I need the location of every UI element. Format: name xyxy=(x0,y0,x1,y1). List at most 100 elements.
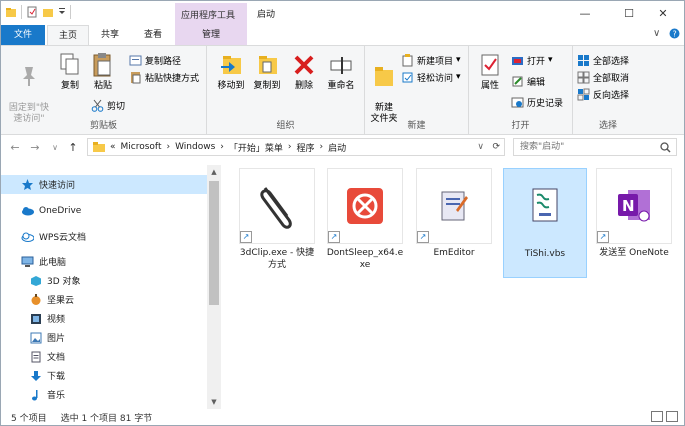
breadcrumb-separator-icon: › xyxy=(319,142,324,152)
organize-group-label: 组织 xyxy=(276,121,295,131)
breadcrumb-separator-icon: › xyxy=(220,142,224,152)
open-button[interactable]: 打开 ▾ xyxy=(511,52,553,68)
nav-item-music[interactable]: 音乐 xyxy=(1,385,207,404)
pin-quick-access-button[interactable]: 固定到"快 速访问" xyxy=(3,51,55,125)
search-input[interactable] xyxy=(514,139,654,155)
invert-selection-button[interactable]: 反向选择 xyxy=(577,86,629,102)
nav-label: 此电脑 xyxy=(39,258,67,268)
paste-shortcut-button[interactable]: 粘贴快捷方式 xyxy=(129,69,199,85)
close-button[interactable]: ✕ xyxy=(641,1,685,25)
new-folder-icon[interactable] xyxy=(42,6,54,18)
nav-item-downloads[interactable]: 下载 xyxy=(1,366,207,385)
cloud-icon xyxy=(21,232,34,242)
file-item[interactable]: ↗ EmEditor xyxy=(415,168,493,278)
breadcrumb-item[interactable]: 程序 xyxy=(297,141,315,154)
nav-label: 视频 xyxy=(47,315,66,325)
file-item-selected[interactable]: TiShi.vbs xyxy=(503,168,587,278)
file-item[interactable]: ↗ DontSleep_x64.exe xyxy=(326,168,404,278)
open-group: 属性 打开 ▾ 编辑 历史记录 打开 xyxy=(469,46,573,134)
explorer-window: 应用程序工具 启动 — ☐ ✕ 文件 主页 共享 查看 管理 ∨ ? 固定到"快… xyxy=(0,0,685,426)
copy-label: 复制 xyxy=(60,81,79,91)
copy-to-button[interactable]: 复制到 xyxy=(249,51,285,92)
customize-arrow-icon[interactable] xyxy=(58,6,66,18)
nav-item-3d-objects[interactable]: 3D 对象 xyxy=(1,271,207,290)
back-arrow-icon[interactable]: ← xyxy=(7,139,23,155)
nav-item-videos[interactable]: 视频 xyxy=(1,309,207,328)
tab-file[interactable]: 文件 xyxy=(1,25,45,45)
scroll-down-icon[interactable]: ▼ xyxy=(207,395,221,409)
music-icon xyxy=(31,389,37,400)
nav-label: 坚果云 xyxy=(47,296,75,306)
search-box[interactable] xyxy=(513,138,677,156)
paste-icon xyxy=(93,53,111,77)
history-button[interactable]: 历史记录 xyxy=(511,94,563,110)
address-dropdown-icon[interactable]: ∨ xyxy=(477,142,484,152)
delete-button[interactable]: 删除 xyxy=(287,51,321,92)
paste-button[interactable]: 粘贴 xyxy=(85,51,121,92)
nav-item-documents[interactable]: 文档 xyxy=(1,347,207,366)
folder-icon[interactable] xyxy=(5,6,17,18)
nav-item-quick-access[interactable]: 快速访问 xyxy=(1,175,207,194)
up-arrow-icon[interactable]: ↑ xyxy=(65,139,81,155)
nav-item-wps-cloud[interactable]: WPS云文档 xyxy=(1,227,207,246)
cloud-icon xyxy=(22,206,34,215)
item-count: 5 个项目 xyxy=(11,413,47,424)
breadcrumb-item[interactable]: Windows xyxy=(175,142,215,152)
recent-locations-icon[interactable]: ∨ xyxy=(47,139,63,155)
nav-item-pictures[interactable]: 图片 xyxy=(1,328,207,347)
nav-label: WPS云文档 xyxy=(39,233,87,243)
help-icon[interactable]: ? xyxy=(669,28,680,42)
file-list: ↗ 3dClip.exe - 快捷方式 ↗ DontSleep_x64.exe … xyxy=(222,165,684,409)
tab-share[interactable]: 共享 xyxy=(89,25,131,45)
breadcrumb-item[interactable]: 启动 xyxy=(328,141,346,154)
details-view-icon[interactable] xyxy=(651,411,663,422)
open-icon xyxy=(512,56,523,65)
minimize-button[interactable]: — xyxy=(563,1,607,25)
scrollbar-thumb[interactable] xyxy=(209,181,219,305)
paperclip-icon xyxy=(260,187,292,229)
breadcrumb-item[interactable]: Microsoft xyxy=(121,142,162,152)
scroll-up-icon[interactable]: ▲ xyxy=(207,165,221,179)
nav-item-onedrive[interactable]: OneDrive xyxy=(1,201,207,220)
properties-icon[interactable] xyxy=(26,6,38,18)
select-all-button[interactable]: 全部选择 xyxy=(577,52,629,68)
refresh-icon[interactable]: ⟳ xyxy=(492,142,500,152)
new-item-button[interactable]: 新建项目 ▾ xyxy=(401,52,461,68)
nav-item-this-pc[interactable]: 此电脑 xyxy=(1,252,207,271)
select-all-icon xyxy=(578,54,589,66)
selection-info: 选中 1 个项目 81 字节 xyxy=(60,413,153,424)
tab-view[interactable]: 查看 xyxy=(131,25,175,45)
file-item[interactable]: N ↗ 发送至 OneNote xyxy=(595,168,673,278)
breadcrumb-item[interactable]: 「开始」菜单 xyxy=(229,141,283,154)
status-bar: 5 个项目 选中 1 个项目 81 字节 xyxy=(1,409,684,425)
file-item[interactable]: ↗ 3dClip.exe - 快捷方式 xyxy=(238,168,316,278)
file-name: EmEditor xyxy=(433,248,475,258)
copy-path-button[interactable]: 复制路径 xyxy=(129,52,181,68)
new-folder-button[interactable]: 新建 文件夹 xyxy=(367,51,401,125)
easy-access-button[interactable]: 轻松访问 ▾ xyxy=(401,69,461,85)
nav-label: 快速访问 xyxy=(39,181,76,191)
nav-item-jianguoyun[interactable]: 坚果云 xyxy=(1,290,207,309)
ribbon-collapse-icon[interactable]: ∨ xyxy=(653,28,660,39)
nav-scrollbar[interactable]: ▲ ▼ xyxy=(207,165,221,409)
select-none-button[interactable]: 全部取消 xyxy=(577,69,629,85)
file-thumbnail: ↗ xyxy=(239,168,315,244)
search-icon[interactable] xyxy=(660,142,671,153)
breadcrumb-separator-icon: › xyxy=(287,142,292,152)
paste-shortcut-label: 粘贴快捷方式 xyxy=(145,73,200,84)
tab-home[interactable]: 主页 xyxy=(47,25,89,45)
rename-button[interactable]: 重命名 xyxy=(321,51,361,92)
context-group-label: 应用程序工具 xyxy=(181,11,236,21)
move-to-button[interactable]: 移动到 xyxy=(213,51,249,92)
address-bar[interactable]: « Microsoft › Windows › 「开始」菜单 › 程序 › 启动… xyxy=(87,138,505,156)
breadcrumb-prefix[interactable]: « xyxy=(110,142,116,152)
properties-button[interactable]: 属性 xyxy=(473,51,507,92)
copy-button[interactable]: 复制 xyxy=(53,51,87,92)
forward-arrow-icon[interactable]: → xyxy=(27,139,43,155)
edit-button[interactable]: 编辑 xyxy=(511,73,545,89)
cut-button[interactable]: 剪切 xyxy=(91,97,125,113)
copy-to-label: 复制到 xyxy=(253,81,281,91)
tab-manage[interactable]: 管理 xyxy=(175,25,247,45)
properties-label: 属性 xyxy=(480,81,499,91)
large-icons-view-icon[interactable] xyxy=(666,411,678,422)
